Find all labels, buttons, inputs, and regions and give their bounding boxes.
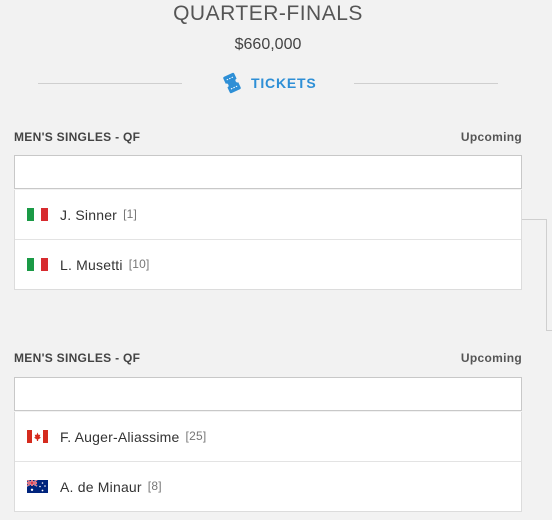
tickets-label: TICKETS bbox=[251, 75, 317, 91]
italy-flag-icon bbox=[27, 258, 48, 271]
player-name: J. Sinner bbox=[60, 206, 118, 223]
quarter-finals-page: QUARTER-FINALS $660,000 TICKETS MEN'S SI… bbox=[0, 0, 552, 520]
score-box bbox=[14, 155, 522, 189]
round-title: QUARTER-FINALS bbox=[173, 2, 363, 25]
player-name-wrap: F. Auger-Aliassime [25] bbox=[60, 429, 206, 445]
player-name: F. Auger-Aliassime bbox=[60, 428, 180, 445]
ticket-icon bbox=[223, 72, 241, 94]
canada-flag-icon bbox=[27, 430, 48, 443]
score-box bbox=[14, 377, 522, 411]
tickets-link[interactable]: TICKETS bbox=[219, 70, 317, 96]
match-card: MEN'S SINGLES - QF Upcoming J. Sinner [1] bbox=[14, 128, 522, 290]
player-name: A. de Minaur bbox=[60, 478, 142, 495]
match-status: Upcoming bbox=[460, 351, 522, 365]
player-seed: [1] bbox=[123, 206, 138, 221]
player-row[interactable]: J. Sinner [1] bbox=[15, 190, 521, 240]
prize-money: $660,000 bbox=[234, 36, 302, 53]
player-name: L. Musetti bbox=[60, 256, 123, 273]
player-seed: [25] bbox=[185, 428, 207, 443]
bracket-connector-top bbox=[522, 219, 546, 220]
match-card: MEN'S SINGLES - QF Upcoming F. Auger-Ali… bbox=[14, 349, 522, 512]
player-seed: [8] bbox=[147, 478, 162, 493]
event-label: MEN'S SINGLES - QF bbox=[14, 351, 141, 365]
match-header: MEN'S SINGLES - QF Upcoming bbox=[14, 128, 522, 148]
divider-left bbox=[38, 83, 182, 84]
player-seed: [10] bbox=[128, 256, 150, 271]
bracket-connector-vertical bbox=[546, 219, 547, 331]
match-status: Upcoming bbox=[460, 130, 522, 144]
player-row[interactable]: A. de Minaur [8] bbox=[15, 462, 521, 511]
player-row[interactable]: F. Auger-Aliassime [25] bbox=[15, 412, 521, 462]
match-header: MEN'S SINGLES - QF Upcoming bbox=[14, 349, 522, 369]
player-row[interactable]: L. Musetti [10] bbox=[15, 240, 521, 289]
divider-right bbox=[354, 83, 498, 84]
bracket-connector-bottom bbox=[546, 330, 552, 331]
event-label: MEN'S SINGLES - QF bbox=[14, 130, 141, 144]
player-name-wrap: A. de Minaur [8] bbox=[60, 479, 162, 495]
italy-flag-icon bbox=[27, 208, 48, 221]
players-list: J. Sinner [1] L. Musetti [10] bbox=[14, 190, 522, 290]
player-name-wrap: L. Musetti [10] bbox=[60, 257, 150, 273]
player-name-wrap: J. Sinner [1] bbox=[60, 207, 137, 223]
australia-flag-icon bbox=[27, 480, 48, 493]
players-list: F. Auger-Aliassime [25] A. de Minaur [8] bbox=[14, 412, 522, 512]
